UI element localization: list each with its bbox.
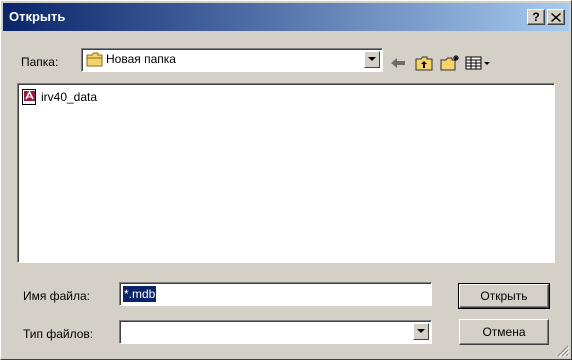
up-folder-button[interactable] — [413, 53, 435, 73]
folder-dropdown-button[interactable] — [364, 51, 380, 68]
list-item[interactable]: irv40_data — [22, 88, 97, 106]
folder-value: Новая папка — [106, 52, 176, 66]
view-menu-icon — [465, 56, 490, 70]
filename-value: *.mdb — [123, 286, 157, 302]
back-arrow-icon — [391, 58, 405, 68]
new-folder-button[interactable] — [439, 53, 461, 73]
title-bar[interactable]: Открыть ? — [3, 3, 569, 31]
file-name: irv40_data — [41, 90, 98, 104]
folder-label: Папка: — [21, 55, 59, 69]
access-database-icon — [22, 89, 36, 105]
close-button[interactable] — [547, 9, 565, 25]
file-list[interactable]: irv40_data — [17, 83, 555, 263]
new-folder-icon — [440, 55, 459, 71]
folder-icon — [86, 52, 103, 67]
window-title: Открыть — [9, 9, 66, 24]
up-folder-icon — [415, 56, 433, 70]
filetype-label: Тип файлов: — [23, 327, 94, 341]
filename-label: Имя файла: — [23, 289, 90, 303]
close-icon — [551, 13, 561, 22]
filetype-combobox[interactable] — [119, 320, 432, 344]
back-button[interactable] — [387, 53, 409, 73]
open-button[interactable]: Открыть — [458, 283, 550, 309]
open-file-dialog: Открыть ? Папка: Новая папка irv40_data … — [0, 0, 572, 360]
resize-grip-icon[interactable] — [557, 345, 569, 357]
filetype-dropdown-button[interactable] — [413, 323, 429, 340]
folder-combobox[interactable]: Новая папка — [81, 48, 383, 72]
help-button[interactable]: ? — [527, 9, 545, 25]
view-menu-button[interactable] — [463, 53, 493, 73]
filename-input[interactable]: *.mdb — [119, 282, 432, 306]
cancel-button[interactable]: Отмена — [459, 319, 549, 345]
